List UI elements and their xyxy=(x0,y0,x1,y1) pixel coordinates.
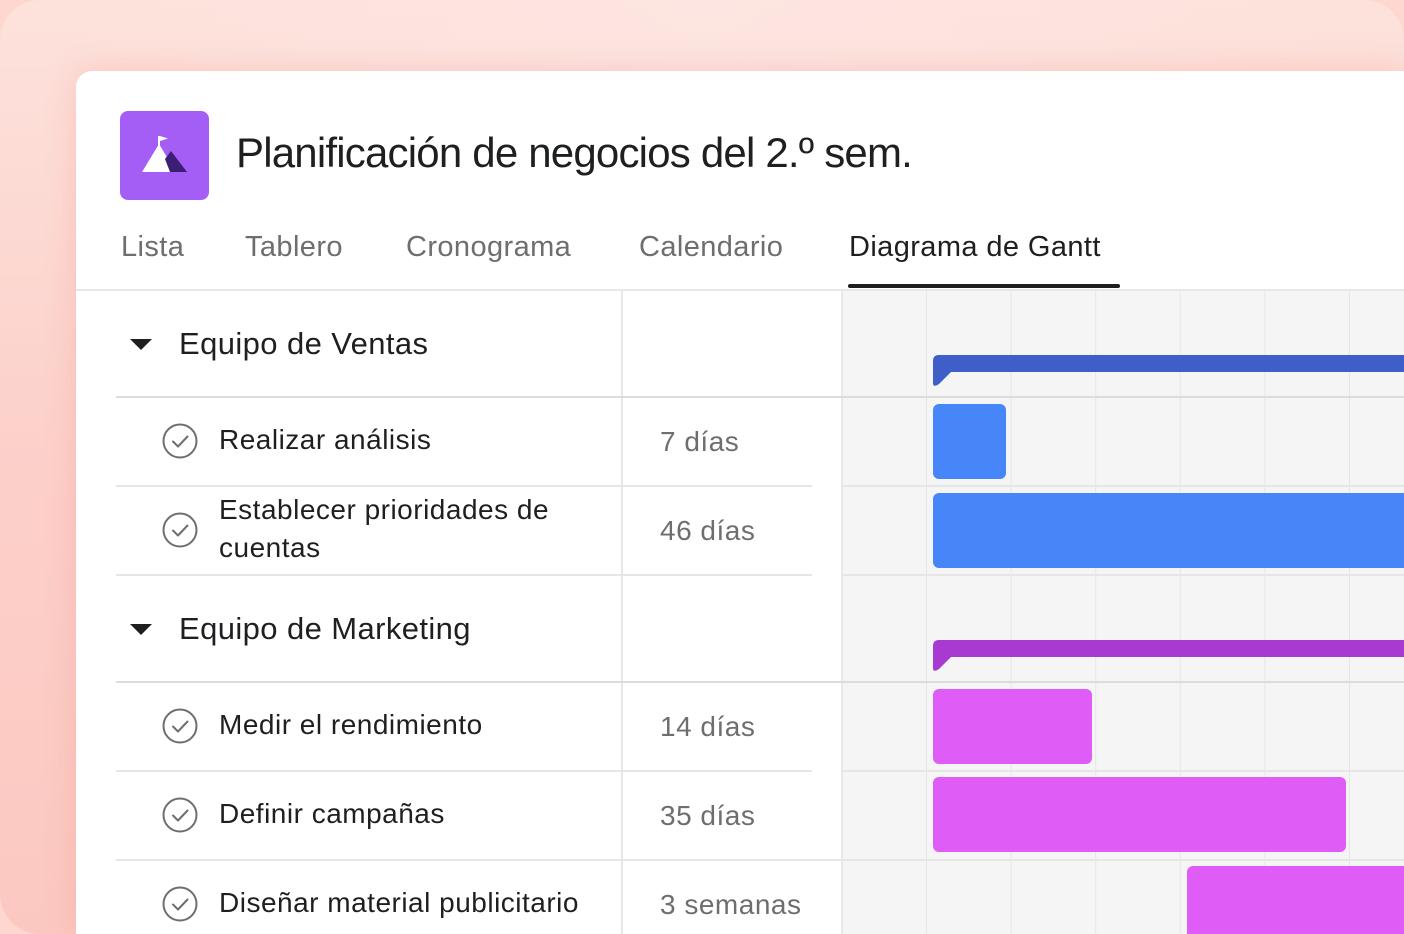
task-name[interactable]: Establecer prioridades de cuentas xyxy=(219,491,549,567)
mountain-flag-icon xyxy=(142,136,187,172)
active-tab-indicator xyxy=(848,284,1120,288)
row-divider xyxy=(116,485,812,487)
task-duration: 35 días xyxy=(660,800,756,831)
section-collapse-caret-icon[interactable] xyxy=(130,339,152,350)
row-divider xyxy=(842,770,1404,772)
gantt-task-bar[interactable] xyxy=(933,493,1404,568)
column-divider xyxy=(621,291,623,934)
task-name[interactable]: Medir el rendimiento xyxy=(219,706,483,744)
tab-calendario[interactable]: Calendario xyxy=(639,231,783,264)
row-divider xyxy=(842,485,1404,487)
task-name[interactable]: Realizar análisis xyxy=(219,421,431,459)
row-divider xyxy=(842,574,1404,576)
row-divider xyxy=(116,770,812,772)
section-collapse-caret-icon[interactable] xyxy=(130,624,152,635)
task-duration: 14 días xyxy=(660,711,756,742)
task-duration: 3 semanas xyxy=(660,889,802,920)
tab-diagrama-de-gantt[interactable]: Diagrama de Gantt xyxy=(849,231,1101,264)
complete-task-check-icon[interactable] xyxy=(162,512,198,548)
task-duration: 46 días xyxy=(660,515,756,546)
page-title: Planificación de negocios del 2.º sem. xyxy=(236,129,913,176)
view-tabs: Lista Tablero Cronograma Calendario Diag… xyxy=(76,225,1404,291)
gantt-task-bar[interactable] xyxy=(933,689,1092,764)
column-divider xyxy=(841,291,843,934)
gantt-task-bar[interactable] xyxy=(933,404,1006,479)
tab-tablero[interactable]: Tablero xyxy=(245,231,343,264)
row-divider xyxy=(116,681,1404,683)
complete-task-check-icon[interactable] xyxy=(162,886,198,922)
tab-cronograma[interactable]: Cronograma xyxy=(406,231,571,264)
row-divider xyxy=(842,859,1404,861)
section-title-ventas: Equipo de Ventas xyxy=(179,326,429,361)
section-summary-bar-ventas[interactable] xyxy=(933,355,1404,389)
gantt-task-bar[interactable] xyxy=(933,777,1346,852)
section-summary-bar-marketing[interactable] xyxy=(933,640,1404,674)
gantt-task-bar[interactable] xyxy=(1187,866,1404,934)
task-duration: 7 días xyxy=(660,426,740,457)
section-title-marketing: Equipo de Marketing xyxy=(179,611,471,646)
complete-task-check-icon[interactable] xyxy=(162,708,198,744)
row-divider xyxy=(116,574,812,576)
row-divider xyxy=(116,859,842,861)
project-icon xyxy=(120,111,209,200)
task-name[interactable]: Diseñar material publicitario xyxy=(219,884,579,922)
complete-task-check-icon[interactable] xyxy=(162,797,198,833)
tab-lista[interactable]: Lista xyxy=(121,231,184,264)
task-name[interactable]: Definir campañas xyxy=(219,795,445,833)
complete-task-check-icon[interactable] xyxy=(162,423,198,459)
row-divider xyxy=(116,396,1404,398)
project-window: Planificación de negocios del 2.º sem. L… xyxy=(76,71,1404,934)
